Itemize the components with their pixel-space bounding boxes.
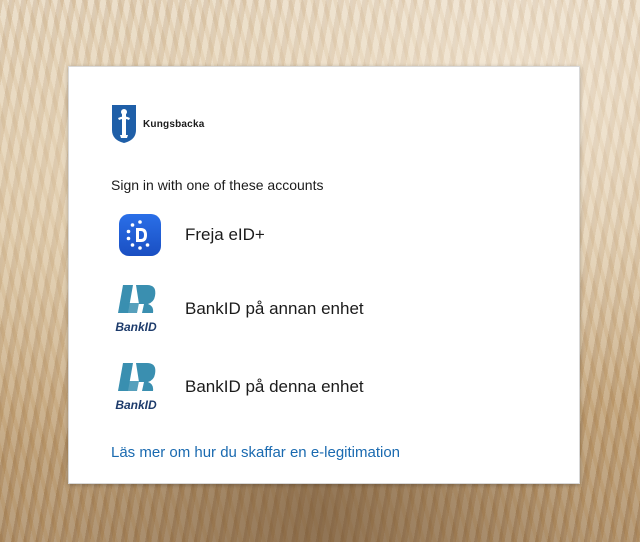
bankid-other-device-option[interactable]: BankID BankID på annan enhet <box>109 279 364 339</box>
bankid-logo-text: BankID <box>115 320 157 334</box>
freja-eid-icon <box>119 214 161 256</box>
bankid-icon: BankID <box>115 363 157 412</box>
organization-brand: Kungsbacka <box>111 103 204 145</box>
bankid-logo-text: BankID <box>115 398 157 412</box>
bankid-this-device-option[interactable]: BankID BankID på denna enhet <box>109 357 364 417</box>
bankid-this-device-label: BankID på denna enhet <box>185 377 364 396</box>
bankid-icon: BankID <box>115 285 157 334</box>
organization-name: Kungsbacka <box>143 118 205 130</box>
e-id-info-link[interactable]: Läs mer om hur du skaffar en e-legitimat… <box>111 444 400 461</box>
sign-in-card: Kungsbacka Sign in with one of these acc… <box>68 66 580 484</box>
sign-in-heading: Sign in with one of these accounts <box>111 177 324 193</box>
freja-eid-option[interactable]: Freja eID+ <box>109 205 265 265</box>
coat-of-arms-icon <box>112 105 136 143</box>
freja-eid-label: Freja eID+ <box>185 225 265 244</box>
bankid-other-device-label: BankID på annan enhet <box>185 299 364 318</box>
